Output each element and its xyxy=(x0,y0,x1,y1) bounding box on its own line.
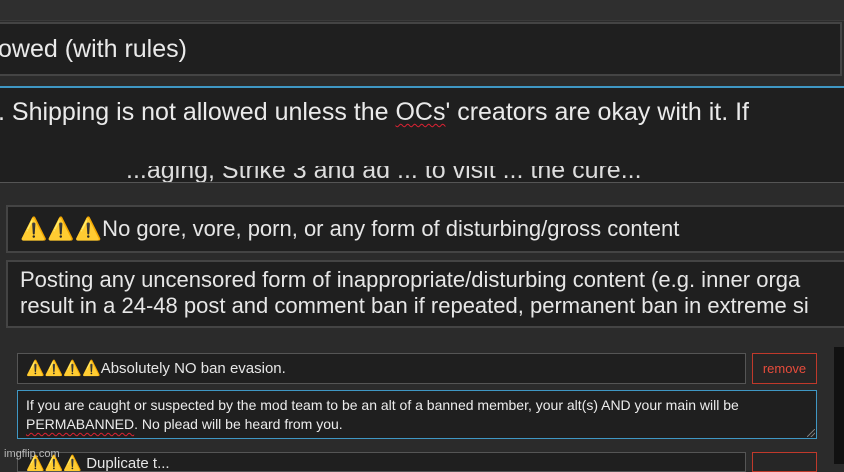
rule-description-textarea[interactable]: If you are caught or suspected by the mo… xyxy=(17,390,817,439)
remove-rule-button[interactable] xyxy=(752,452,817,472)
rule-title-field[interactable]: ⚠️⚠️⚠️⚠️Absolutely NO ban evasion. xyxy=(17,353,746,384)
rule-description-line: Posting any uncensored form of inappropr… xyxy=(20,267,801,292)
rule-title-field[interactable]: ⚠️⚠️⚠️No gore, vore, porn, or any form o… xyxy=(6,205,844,253)
rule-description-line: result in a 24-48 post and comment ban i… xyxy=(20,293,809,318)
rule-title-text: ⚠️⚠️⚠️⚠️Absolutely NO ban evasion. xyxy=(26,360,286,377)
misspelled-word: OCs xyxy=(395,98,446,126)
resize-handle-icon[interactable] xyxy=(807,429,815,437)
cutoff-text-line: ...aging, Strike 3 and ad ... to visit .… xyxy=(0,166,844,183)
desc-text-part2: . No plead will be heard from you. xyxy=(134,416,343,432)
rule-description-field[interactable]: . Shipping is not allowed unless the OCs… xyxy=(0,86,844,183)
rule-title-field[interactable]: owed (with rules) xyxy=(0,22,842,76)
panel-edge xyxy=(834,347,844,464)
remove-rule-button[interactable]: remove xyxy=(752,353,817,384)
desc-text-after: ' creators are okay with it. If xyxy=(445,98,749,126)
rule-description-line: . Shipping is not allowed unless the OCs… xyxy=(0,98,749,127)
misspelled-word: PERMABANNED xyxy=(26,416,135,432)
desc-text-part1: If you are caught or suspected by the mo… xyxy=(26,397,739,413)
rule-description-field[interactable]: Posting any uncensored form of inappropr… xyxy=(6,260,844,328)
section-gap xyxy=(0,184,844,202)
desc-text-before: . Shipping is not allowed unless the xyxy=(0,98,396,126)
rule-title-field[interactable]: ⚠️⚠️⚠️ Duplicate t... xyxy=(17,452,746,472)
rule-title-text: owed (with rules) xyxy=(0,35,187,63)
watermark: imgflip.com xyxy=(4,448,60,460)
rule-title-text: ⚠️⚠️⚠️No gore, vore, porn, or any form o… xyxy=(20,216,680,241)
top-bar xyxy=(0,0,844,21)
cutoff-text: ...aging, Strike 3 and ad ... to visit .… xyxy=(126,166,642,183)
